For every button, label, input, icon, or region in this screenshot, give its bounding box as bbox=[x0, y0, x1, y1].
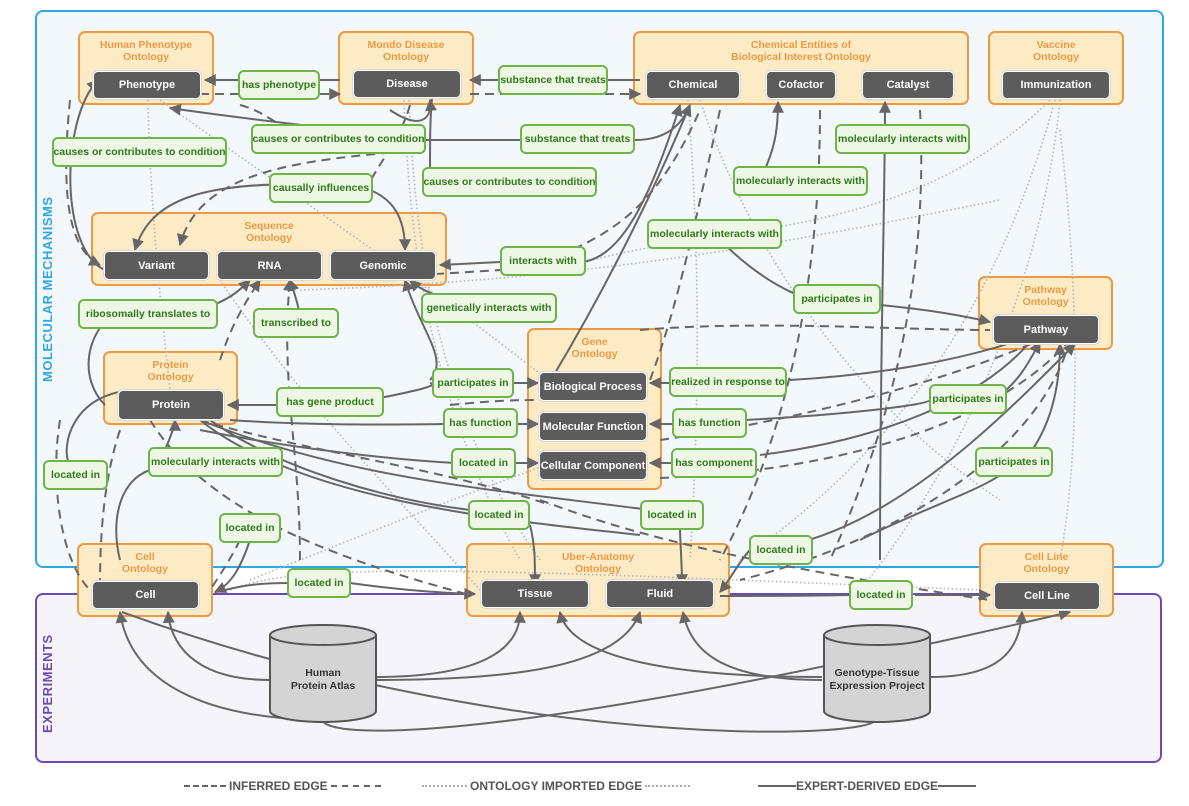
edge-label-molecularly-interacts-with[interactable]: molecularly interacts with bbox=[835, 124, 970, 154]
edge-label-has-gene-product[interactable]: has gene product bbox=[276, 387, 384, 417]
legend-expert-derived-edge: EXPERT-DERIVED EDGE bbox=[758, 779, 977, 793]
expert-edge bbox=[528, 524, 541, 587]
edge-label-has-component[interactable]: has component bbox=[671, 448, 757, 478]
entity-chemical[interactable]: Chemical bbox=[646, 71, 740, 99]
edge-label-participates-in[interactable]: participates in bbox=[793, 284, 881, 314]
edge-label-causes-or-contributes[interactable]: causes or contributes to condition bbox=[52, 137, 227, 167]
expert-edge bbox=[229, 419, 446, 426]
edge-label-genetically-interacts-with[interactable]: genetically interacts with bbox=[421, 293, 557, 323]
edge-label-substance-that-treats[interactable]: substance that treats bbox=[520, 124, 635, 154]
edge-label-ribosomally-translates-to[interactable]: ribosomally translates to bbox=[78, 299, 218, 329]
ontology-edge bbox=[687, 99, 699, 561]
expert-edge bbox=[374, 610, 526, 678]
edge-label-molecularly-interacts-with[interactable]: molecularly interacts with bbox=[148, 447, 283, 477]
legend-label: EXPERT-DERIVED EDGE bbox=[796, 779, 939, 793]
edge-label-participates-in[interactable]: participates in bbox=[432, 368, 514, 398]
expert-edge bbox=[379, 382, 434, 399]
database-label: Human Protein Atlas bbox=[290, 667, 356, 692]
legend-dotted-line-icon bbox=[422, 785, 467, 787]
expert-edge bbox=[389, 98, 438, 122]
entity-pathway[interactable]: Pathway bbox=[993, 315, 1099, 344]
entity-rna[interactable]: RNA bbox=[217, 251, 322, 280]
edge-label-causally-influences[interactable]: causally influences bbox=[269, 173, 373, 203]
entity-catalyst[interactable]: Catalyst bbox=[862, 71, 954, 99]
inferred-edge bbox=[639, 324, 991, 331]
edge-label-located-in[interactable]: located in bbox=[287, 568, 351, 598]
expert-edge bbox=[789, 339, 1021, 381]
expert-edge bbox=[213, 539, 251, 593]
edge-label-substance-that-treats[interactable]: substance that treats bbox=[498, 65, 608, 95]
entity-fluid[interactable]: Fluid bbox=[606, 580, 714, 608]
edge-label-causes-or-contributes[interactable]: causes or contributes to condition bbox=[251, 124, 426, 154]
edge-label-has-phenotype[interactable]: has phenotype bbox=[238, 70, 320, 100]
expert-edge bbox=[879, 304, 992, 326]
entity-phenotype[interactable]: Phenotype bbox=[93, 71, 201, 99]
edge-label-interacts-with[interactable]: interacts with bbox=[500, 246, 586, 276]
database-label: Genotype-Tissue Expression Project bbox=[829, 667, 925, 692]
legend-dashed-line-icon bbox=[330, 785, 381, 787]
edge-label-located-in[interactable]: located in bbox=[849, 580, 913, 610]
legend-label: ONTOLOGY IMPORTED EDGE bbox=[470, 779, 643, 793]
legend-dashed-line-icon bbox=[184, 785, 226, 787]
entity-cofactor[interactable]: Cofactor bbox=[766, 71, 836, 99]
edge-label-has-function[interactable]: has function bbox=[443, 408, 518, 438]
legend-solid-line-icon bbox=[938, 785, 977, 787]
edge-label-causes-or-contributes[interactable]: causes or contributes to condition bbox=[422, 167, 597, 197]
entity-tissue[interactable]: Tissue bbox=[481, 580, 589, 608]
expert-edge bbox=[121, 611, 876, 733]
inferred-edge bbox=[99, 429, 121, 591]
edge-label-participates-in[interactable]: participates in bbox=[975, 447, 1053, 477]
expert-edge bbox=[556, 610, 823, 678]
entity-disease[interactable]: Disease bbox=[353, 70, 461, 98]
expert-edge bbox=[438, 258, 501, 271]
expert-edge bbox=[675, 524, 688, 587]
entity-cell-line[interactable]: Cell Line bbox=[994, 582, 1100, 610]
edge-label-located-in[interactable]: located in bbox=[451, 448, 516, 478]
edge-label-located-in[interactable]: located in bbox=[749, 535, 813, 565]
edge-label-transcribed-to[interactable]: transcribed to bbox=[253, 308, 339, 338]
edge-label-molecularly-interacts-with[interactable]: molecularly interacts with bbox=[733, 166, 868, 196]
legend-ontology-imported-edge: ONTOLOGY IMPORTED EDGE bbox=[422, 779, 691, 793]
expert-edge bbox=[679, 610, 823, 681]
expert-edge bbox=[115, 469, 151, 561]
expert-edge bbox=[369, 189, 411, 252]
edge-label-located-in[interactable]: located in bbox=[43, 460, 108, 490]
expert-edge bbox=[162, 610, 271, 681]
inferred-edge bbox=[209, 539, 241, 591]
expert-edge bbox=[69, 79, 106, 271]
inferred-edge bbox=[55, 419, 91, 591]
entity-protein[interactable]: Protein bbox=[118, 390, 224, 420]
legend-label: INFERRED EDGE bbox=[229, 779, 328, 793]
expert-edge bbox=[878, 100, 891, 561]
edge-label-located-in[interactable]: located in bbox=[468, 500, 530, 530]
entity-cell[interactable]: Cell bbox=[92, 581, 199, 609]
legend-inferred-edge: INFERRED EDGE bbox=[184, 779, 381, 793]
database-gtex[interactable]: Genotype-Tissue Expression Project bbox=[822, 623, 932, 723]
inferred-edge bbox=[449, 399, 541, 406]
edge-label-molecularly-interacts-with[interactable]: molecularly interacts with bbox=[647, 219, 782, 249]
entity-variant[interactable]: Variant bbox=[104, 251, 209, 280]
entity-molecular-function[interactable]: Molecular Function bbox=[539, 412, 647, 441]
database-human-protein-atlas[interactable]: Human Protein Atlas bbox=[268, 623, 378, 723]
edge-label-has-function[interactable]: has function bbox=[672, 408, 747, 438]
expert-edge bbox=[719, 594, 851, 597]
expert-edge bbox=[374, 610, 643, 681]
entity-immunization[interactable]: Immunization bbox=[1002, 71, 1110, 99]
entity-biological-process[interactable]: Biological Process bbox=[539, 372, 647, 401]
legend-dotted-line-icon bbox=[645, 785, 691, 787]
knowledge-graph-schema-diagram: MOLECULAR MECHANISMS EXPERIMENTS Human P… bbox=[0, 0, 1189, 806]
entity-cellular-component[interactable]: Cellular Component bbox=[539, 451, 647, 480]
edge-label-realized-in-response-to[interactable]: realized in response to bbox=[669, 367, 787, 397]
expert-edge bbox=[349, 582, 477, 600]
entity-genomic[interactable]: Genomic bbox=[330, 251, 436, 280]
legend-solid-line-icon bbox=[758, 785, 796, 787]
edge-label-located-in[interactable]: located in bbox=[219, 513, 281, 543]
expert-edge bbox=[929, 610, 1028, 678]
edge-label-located-in[interactable]: located in bbox=[640, 500, 704, 530]
edge-label-participates-in[interactable]: participates in bbox=[929, 384, 1007, 414]
